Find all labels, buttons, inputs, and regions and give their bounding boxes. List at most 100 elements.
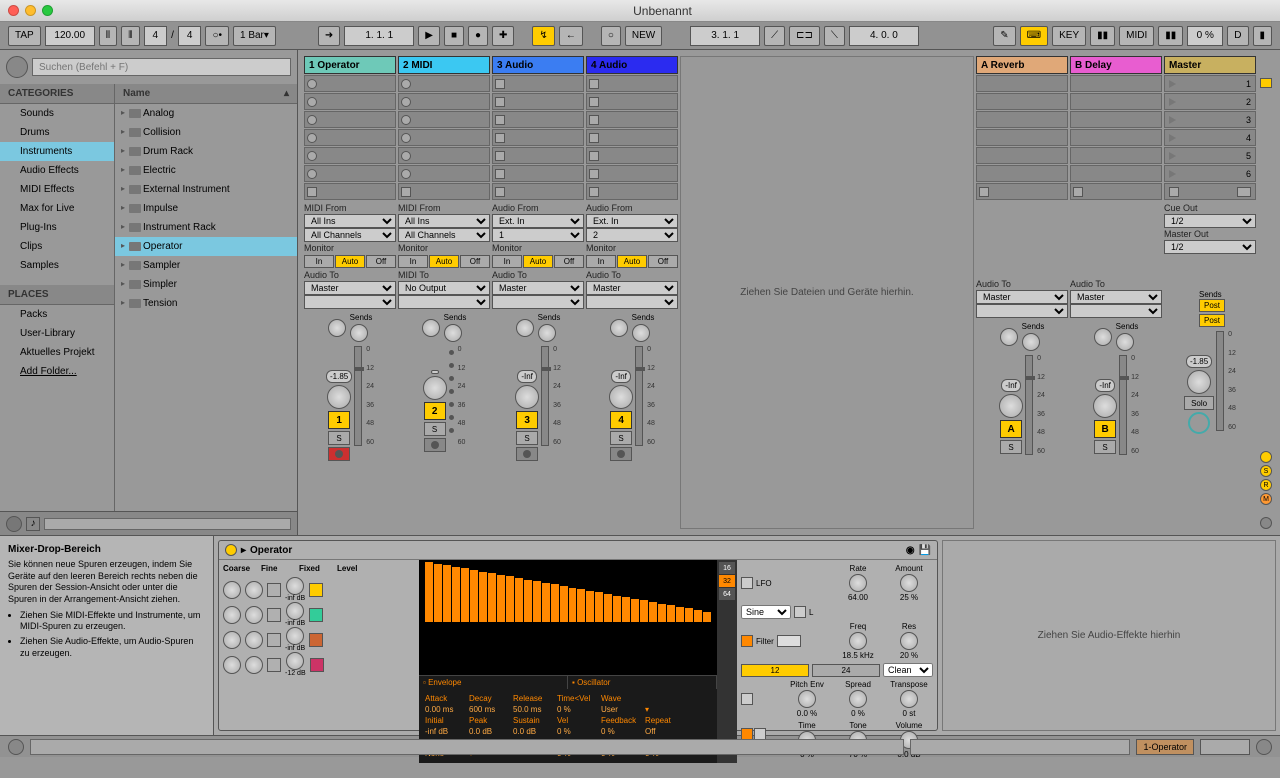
filter-toggle[interactable] (741, 635, 753, 647)
harmonic-bar[interactable] (694, 610, 702, 622)
output-channel-select[interactable] (1070, 304, 1162, 318)
item-analog[interactable]: Analog (115, 104, 297, 123)
output-select[interactable]: Master (304, 281, 396, 295)
harmonic-bar[interactable] (676, 607, 684, 622)
input-type-select[interactable]: Ext. In (586, 214, 678, 228)
send-a-knob[interactable] (422, 319, 440, 337)
status-thumbnails[interactable] (1200, 739, 1250, 755)
level-knob[interactable] (286, 602, 304, 620)
item-instrument-rack[interactable]: Instrument Rack (115, 218, 297, 237)
harmonic-bar[interactable] (569, 588, 577, 622)
clip-stop-icon[interactable] (495, 97, 505, 107)
master-out-select[interactable]: 1/2 (1164, 240, 1256, 254)
harmonic-bar[interactable] (443, 565, 451, 622)
harmonic-bar[interactable] (604, 594, 612, 622)
cue-volume-knob[interactable] (1188, 412, 1210, 434)
place-add-folder[interactable]: Add Folder... (0, 362, 114, 381)
output-select[interactable]: Master (1070, 290, 1162, 304)
clip-slot[interactable] (492, 111, 584, 128)
item-electric[interactable]: Electric (115, 161, 297, 180)
clip-stop-all[interactable] (1070, 183, 1162, 200)
lfo-toggle[interactable] (741, 577, 753, 589)
crossfade-toggle[interactable] (1260, 517, 1272, 529)
clip-stop-icon[interactable] (495, 133, 505, 143)
category-plugins[interactable]: Plug-Ins (0, 218, 114, 237)
midi-map-button[interactable]: MIDI (1119, 26, 1154, 46)
level-knob[interactable] (286, 652, 304, 670)
clip-slot[interactable] (586, 111, 678, 128)
effects-drop-area[interactable]: Ziehen Sie Audio-Effekte hierhin (942, 540, 1276, 731)
computer-midi-button[interactable]: ⌨ (1020, 26, 1048, 46)
osc-select-B[interactable] (309, 608, 323, 622)
name-header[interactable]: Name▴ (115, 84, 297, 104)
scene-play-icon[interactable] (1169, 80, 1176, 88)
nudge-up-button[interactable]: ⦀ (121, 26, 139, 46)
monitor-off[interactable]: Off (460, 255, 490, 268)
clip-slot[interactable] (1070, 75, 1162, 92)
tempo-display[interactable]: 120.00 (45, 26, 95, 46)
fine-knob[interactable] (245, 656, 263, 674)
harmonic-bar[interactable] (497, 575, 505, 622)
item-operator[interactable]: Operator (115, 237, 297, 256)
track-drop-area[interactable]: Ziehen Sie Dateien und Geräte hierhin. (680, 56, 974, 529)
clip-slot[interactable] (586, 93, 678, 110)
volume-slider[interactable] (354, 346, 362, 446)
output-channel-select[interactable] (976, 304, 1068, 318)
track-header[interactable]: B Delay (1070, 56, 1162, 74)
clip-slot[interactable] (976, 147, 1068, 164)
stop-icon[interactable] (589, 187, 599, 197)
pan-knob[interactable] (423, 376, 447, 400)
clip-slot[interactable] (492, 165, 584, 182)
item-collision[interactable]: Collision (115, 123, 297, 142)
post-a[interactable]: Post (1199, 299, 1225, 312)
master-pan-knob[interactable] (1187, 370, 1211, 394)
harmonic-bar[interactable] (658, 604, 666, 622)
harmonic-bar[interactable] (560, 586, 568, 622)
harmonic-bar[interactable] (434, 564, 442, 622)
output-channel-select[interactable] (492, 295, 584, 309)
category-midi-effects[interactable]: MIDI Effects (0, 180, 114, 199)
level-knob[interactable] (286, 577, 304, 595)
output-select[interactable]: No Output (398, 281, 490, 295)
clip-slot[interactable] (1070, 147, 1162, 164)
record-button[interactable]: ● (468, 26, 488, 46)
send-a-knob[interactable] (328, 319, 346, 337)
item-tension[interactable]: Tension (115, 294, 297, 313)
master-header[interactable]: Master (1164, 56, 1256, 74)
scene-play-icon[interactable] (1169, 152, 1176, 160)
scene-slot[interactable]: 1 (1164, 75, 1256, 92)
volume-slider[interactable] (635, 346, 643, 446)
filter-24[interactable]: 24 (812, 664, 880, 677)
scene-play-icon[interactable] (1169, 98, 1176, 106)
zoom-icon[interactable] (42, 5, 53, 16)
item-simpler[interactable]: Simpler (115, 275, 297, 294)
category-sounds[interactable]: Sounds (0, 104, 114, 123)
clip-slot[interactable] (492, 93, 584, 110)
place-user-library[interactable]: User-Library (0, 324, 114, 343)
clip-play-icon[interactable] (307, 115, 317, 125)
transpose-knob[interactable] (900, 690, 918, 708)
output-select[interactable]: Master (586, 281, 678, 295)
scene-slot[interactable]: 6 (1164, 165, 1256, 182)
monitor-in[interactable]: In (586, 255, 616, 268)
filter-freq-knob[interactable] (849, 632, 867, 650)
solo-cue-button[interactable]: Solo (1184, 396, 1214, 410)
sel-16[interactable]: 16 (719, 562, 735, 574)
solo-button[interactable]: S (610, 431, 632, 445)
volume-display[interactable]: -Inf (611, 370, 631, 383)
arrangement-position[interactable]: 1. 1. 1 (344, 26, 414, 46)
send-a-knob[interactable] (610, 319, 628, 337)
monitor-in[interactable]: In (398, 255, 428, 268)
track-activator[interactable]: 3 (516, 411, 538, 429)
preview-icon[interactable] (6, 516, 22, 532)
send-b-knob[interactable] (350, 324, 368, 342)
pan-knob[interactable] (327, 385, 351, 409)
back-to-arrangement-button[interactable]: ← (559, 26, 583, 46)
arm-button[interactable] (424, 438, 446, 452)
monitor-auto[interactable]: Auto (617, 255, 647, 268)
fixed-toggle[interactable] (267, 633, 281, 647)
metronome-button[interactable]: ○• (205, 26, 229, 46)
track-header[interactable]: 3 Audio (492, 56, 584, 74)
track-activator[interactable]: 2 (424, 402, 446, 420)
clip-slot[interactable] (398, 129, 490, 146)
